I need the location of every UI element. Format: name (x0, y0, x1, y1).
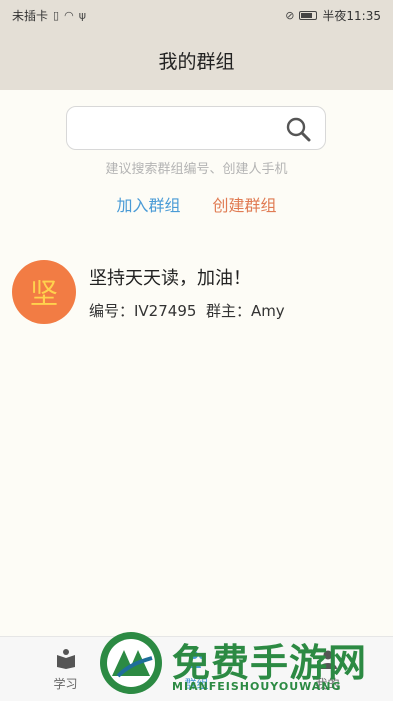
group-icon (186, 650, 205, 668)
search-input[interactable] (66, 106, 326, 150)
create-group-link[interactable]: 创建群组 (213, 192, 277, 216)
tab-groups[interactable]: 群组 (157, 647, 237, 692)
status-left: 未插卡 ▯ ◠ ψ (12, 7, 86, 24)
join-group-link[interactable]: 加入群组 (116, 192, 180, 216)
usb-icon: ψ (78, 8, 86, 22)
tab-bar: 学习 群组 我的 (0, 636, 393, 701)
group-name: 坚持天天读，加油！ (89, 268, 251, 289)
mute-icon: ⊘ (285, 8, 295, 22)
group-meta: 编号：IV27495 群主：Amy (89, 302, 285, 320)
status-time: 半夜11:35 (322, 8, 381, 23)
nav-bar: 我的群组 (0, 30, 393, 90)
tab-mine[interactable]: 我的 (288, 647, 368, 692)
search-hint: 建议搜索群组编号、创建人手机 (105, 162, 288, 177)
tab-groups-label: 群组 (184, 676, 209, 691)
status-bar: 未插卡 ▯ ◠ ψ ⊘ 半夜11:35 (0, 0, 393, 30)
tab-study[interactable]: 学习 (26, 647, 106, 692)
wifi-icon: ◠ (64, 8, 74, 22)
book-icon (56, 648, 75, 669)
sim-icon: ▯ (53, 8, 60, 22)
group-actions: 加入群组 创建群组 (0, 192, 393, 216)
group-avatar: 坚 (12, 260, 76, 324)
status-right: ⊘ 半夜11:35 (285, 7, 381, 24)
tab-study-label: 学习 (53, 676, 78, 691)
carrier-label: 未插卡 (12, 8, 49, 23)
battery-icon (299, 10, 318, 20)
tab-mine-label: 我的 (315, 676, 340, 691)
list-item[interactable]: 坚 坚持天天读，加油！ 编号：IV27495 群主：Amy (0, 256, 393, 334)
search-icon[interactable] (285, 116, 311, 142)
page-title: 我的群组 (158, 50, 235, 73)
user-icon (318, 650, 337, 669)
